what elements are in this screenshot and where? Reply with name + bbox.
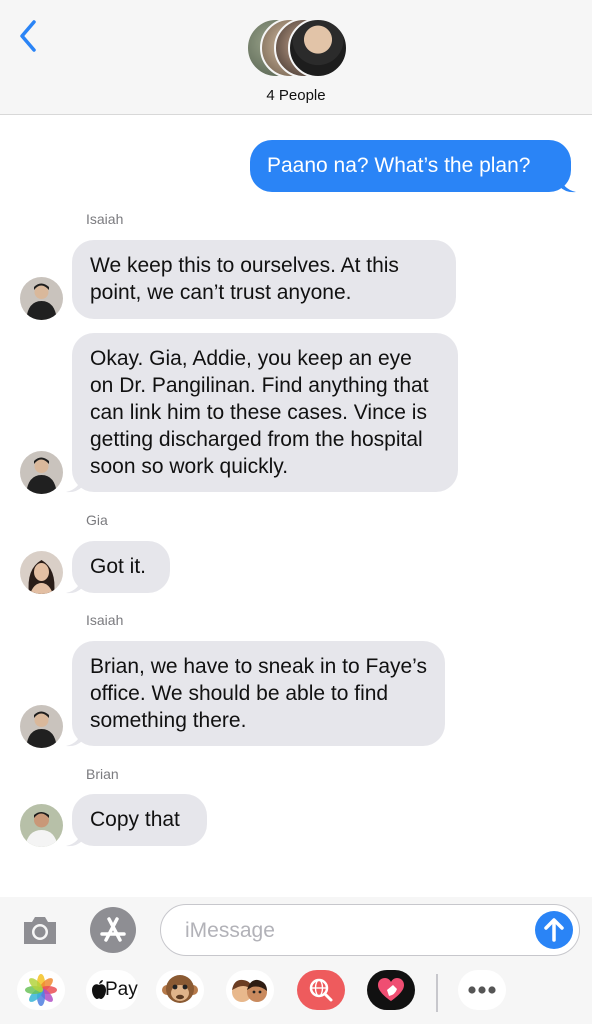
avatar[interactable] (20, 551, 63, 594)
sender-name: Isaiah (86, 211, 124, 227)
group-avatar (288, 18, 348, 78)
sender-name: Gia (86, 512, 108, 528)
imessage-input-field[interactable] (160, 904, 580, 956)
message-text: Copy that (90, 808, 180, 831)
outgoing-message-bubble[interactable]: Paano na? What’s the plan? (250, 140, 571, 192)
drawer-divider (436, 974, 438, 1012)
back-button[interactable] (16, 18, 46, 54)
bubble-tail (66, 475, 82, 493)
message-text: We keep this to ourselves. At this point… (90, 254, 399, 304)
digital-touch-button[interactable] (367, 970, 415, 1010)
message-input[interactable] (183, 915, 517, 947)
memoji-icon (232, 979, 267, 1002)
incoming-message-bubble[interactable]: We keep this to ourselves. At this point… (72, 240, 456, 319)
app-store-button[interactable] (90, 907, 136, 953)
web-images-button[interactable] (297, 970, 345, 1010)
avatar[interactable] (20, 705, 63, 748)
arrow-up-icon (544, 918, 564, 942)
message-text: Paano na? What’s the plan? (267, 154, 531, 177)
memoji-button[interactable] (226, 970, 274, 1010)
apple-pay-button[interactable]: Pay (86, 970, 138, 1010)
animoji-button[interactable] (156, 970, 204, 1010)
animoji-icon (162, 975, 198, 1003)
avatar[interactable] (20, 804, 63, 847)
app-store-icon (100, 917, 126, 942)
conversation-header: 4 People (0, 0, 592, 115)
send-button[interactable] (535, 911, 573, 949)
avatar[interactable] (20, 451, 63, 494)
photos-icon (25, 974, 57, 1006)
message-text: Brian, we have to sneak in to Faye’s off… (90, 655, 427, 732)
bubble-tail (66, 729, 82, 747)
incoming-message-bubble[interactable]: Okay. Gia, Addie, you keep an eye on Dr.… (72, 333, 458, 492)
conversation-title[interactable]: 4 People (0, 87, 592, 104)
chevron-left-icon (20, 20, 36, 52)
apple-pay-label: Pay (105, 979, 138, 1000)
digital-touch-icon (378, 978, 404, 1001)
bubble-tail (560, 175, 576, 193)
sender-name: Isaiah (86, 612, 124, 628)
camera-icon (24, 917, 56, 944)
message-text: Got it. (90, 555, 147, 578)
bubble-tail (66, 576, 82, 594)
incoming-message-bubble[interactable]: Got it. (72, 541, 170, 593)
bubble-tail (66, 829, 82, 847)
sender-name: Brian (86, 766, 119, 782)
app-drawer: Pay (0, 962, 592, 1024)
photos-app-button[interactable] (17, 970, 65, 1010)
incoming-message-bubble[interactable]: Copy that (72, 794, 207, 846)
message-text: Okay. Gia, Addie, you keep an eye on Dr.… (90, 347, 429, 478)
incoming-message-bubble[interactable]: Brian, we have to sneak in to Faye’s off… (72, 641, 445, 746)
web-images-icon (309, 978, 333, 1002)
more-apps-button[interactable] (458, 970, 506, 1010)
group-avatars[interactable] (246, 18, 348, 78)
more-icon (468, 986, 496, 994)
camera-button[interactable] (20, 910, 60, 950)
avatar[interactable] (20, 277, 63, 320)
